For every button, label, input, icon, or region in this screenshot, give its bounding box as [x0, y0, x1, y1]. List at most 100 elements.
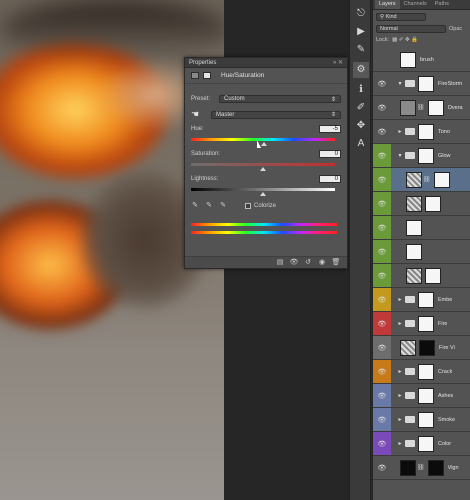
actions-icon[interactable]: ▶	[353, 24, 369, 40]
layer-row[interactable]: 👁	[373, 264, 470, 288]
layer-row[interactable]: 👁 ⛓ Overa	[373, 96, 470, 120]
colorize-checkbox[interactable]	[245, 203, 251, 209]
layer-row[interactable]: 👁 ⛓	[373, 168, 470, 192]
layer-thumbnail[interactable]	[418, 315, 434, 332]
layer-row[interactable]: 👁 ▸ Ashes	[373, 384, 470, 408]
group-chevron-icon[interactable]: ▸	[397, 368, 403, 375]
layer-color-label[interactable]: 👁	[373, 312, 391, 335]
visibility-eye-icon[interactable]: 👁	[378, 392, 387, 400]
tab-channels[interactable]: Channels	[400, 0, 431, 9]
layer-thumbnail[interactable]	[406, 243, 422, 260]
visibility-eye-icon[interactable]: 👁	[378, 80, 387, 88]
layer-thumbnail[interactable]	[418, 387, 434, 404]
layer-color-label[interactable]: 👁	[373, 192, 391, 215]
visibility-eye-icon[interactable]: 👁	[378, 272, 387, 280]
mask-thumbnail[interactable]	[427, 99, 444, 116]
visibility-eye-icon[interactable]: 👁	[378, 296, 387, 304]
mask-thumbnail[interactable]	[419, 339, 435, 356]
channel-dropdown[interactable]: Master ⇕	[211, 110, 341, 119]
mask-thumbnail[interactable]	[433, 171, 450, 188]
clip-to-layer-icon[interactable]: ▤	[275, 259, 285, 267]
eyedropper-subtract-icon[interactable]: ✎	[219, 202, 227, 210]
layer-color-label[interactable]: 👁	[373, 168, 391, 191]
layer-row[interactable]: 👁 ▸ Crack	[373, 360, 470, 384]
tab-layers[interactable]: Layers	[375, 0, 400, 9]
lightness-slider-thumb[interactable]	[260, 192, 266, 196]
visibility-eye-icon[interactable]: 👁	[378, 320, 387, 328]
layer-row[interactable]: 👁 ▾ Glow	[373, 144, 470, 168]
layer-thumbnail[interactable]	[406, 171, 422, 188]
group-chevron-icon[interactable]: ▸	[397, 440, 403, 447]
group-chevron-icon[interactable]: ▸	[397, 392, 403, 399]
info-icon[interactable]: ℹ	[353, 82, 369, 98]
visibility-icon[interactable]: ◉	[317, 259, 327, 267]
chain-link-icon[interactable]: ⛓	[423, 176, 431, 183]
layers-panel[interactable]: Layers Channels Paths ⚲ Kind Normal Opac…	[372, 0, 470, 500]
visibility-eye-icon[interactable]: 👁	[378, 152, 387, 160]
saturation-input[interactable]: 0	[319, 150, 341, 158]
preset-dropdown[interactable]: Custom ⇕	[219, 95, 341, 103]
layer-row[interactable]: 👁 ▸ Color	[373, 432, 470, 456]
layer-color-label[interactable]: 👁	[373, 240, 391, 263]
visibility-eye-icon[interactable]: 👁	[378, 104, 387, 112]
visibility-eye-icon[interactable]: 👁	[378, 176, 387, 184]
layer-thumbnail[interactable]	[400, 339, 416, 356]
layer-thumbnail[interactable]	[418, 363, 434, 380]
history-icon[interactable]: ⎋	[353, 6, 369, 22]
lock-icons[interactable]: ▩ ✐ ✥ 🔒	[392, 37, 418, 43]
visibility-eye-icon[interactable]: 👁	[378, 224, 387, 232]
layer-color-label[interactable]: 👁	[373, 456, 391, 479]
hue-slider-thumb[interactable]	[261, 142, 267, 146]
group-chevron-icon[interactable]: ▾	[397, 80, 403, 87]
view-previous-icon[interactable]: 👁	[289, 259, 299, 267]
mask-thumbnail[interactable]	[425, 195, 441, 212]
layer-thumbnail[interactable]	[418, 291, 434, 308]
layer-color-label[interactable]: 👁	[373, 120, 391, 143]
group-chevron-icon[interactable]: ▸	[397, 296, 403, 303]
saturation-slider-track[interactable]	[191, 163, 335, 166]
layer-row[interactable]: 👁 ▸ Tono	[373, 120, 470, 144]
visibility-eye-icon[interactable]: 👁	[378, 464, 387, 472]
layer-color-label[interactable]: 👁	[373, 96, 391, 119]
layer-thumbnail[interactable]	[418, 75, 434, 92]
layer-row[interactable]: brush	[373, 48, 470, 72]
layer-thumbnail[interactable]	[418, 147, 434, 164]
layer-row[interactable]: 👁	[373, 216, 470, 240]
layer-color-label[interactable]: 👁	[373, 432, 391, 455]
hue-input[interactable]: -5	[319, 125, 341, 133]
paths-icon[interactable]: ✎	[353, 42, 369, 58]
layer-row[interactable]: 👁 ▸ Embe	[373, 288, 470, 312]
eyedropper-add-icon[interactable]: ✎	[205, 202, 213, 210]
lightness-input[interactable]: 0	[319, 175, 341, 183]
layer-mask-icon[interactable]	[203, 72, 211, 79]
layer-thumbnail[interactable]	[406, 219, 422, 236]
layer-thumbnail[interactable]	[418, 411, 434, 428]
visibility-eye-icon[interactable]: 👁	[378, 248, 387, 256]
reset-icon[interactable]: ↺	[303, 259, 313, 267]
visibility-eye-icon[interactable]: 👁	[378, 344, 387, 352]
layer-color-label[interactable]: 👁	[373, 72, 391, 95]
saturation-slider-thumb[interactable]	[260, 167, 266, 171]
blend-mode-dropdown[interactable]: Normal	[376, 25, 446, 33]
properties-panel[interactable]: Properties » ✕ Hue/Saturation Preset: Cu…	[184, 57, 348, 269]
layer-color-label[interactable]	[373, 48, 391, 71]
group-chevron-icon[interactable]: ▾	[397, 152, 403, 159]
mask-thumbnail[interactable]	[425, 267, 441, 284]
layer-color-label[interactable]: 👁	[373, 288, 391, 311]
mask-thumbnail[interactable]	[427, 459, 444, 476]
group-chevron-icon[interactable]: ▸	[397, 320, 403, 327]
targeted-adjustment-hand-icon[interactable]: ☚	[191, 109, 211, 120]
visibility-eye-icon[interactable]: 👁	[378, 200, 387, 208]
layer-thumbnail[interactable]	[406, 267, 422, 284]
character-icon[interactable]: A	[353, 136, 369, 152]
eyedropper-icon[interactable]: ✎	[191, 202, 199, 210]
hue-slider-track[interactable]	[191, 138, 335, 141]
layer-thumbnail[interactable]	[418, 435, 434, 452]
colorize-toggle[interactable]: Colorize	[245, 203, 276, 209]
properties-titlebar[interactable]: Properties » ✕	[185, 58, 347, 68]
tab-paths[interactable]: Paths	[431, 0, 453, 9]
layer-color-label[interactable]: 👁	[373, 360, 391, 383]
group-chevron-icon[interactable]: ▸	[397, 128, 403, 135]
layer-color-label[interactable]: 👁	[373, 264, 391, 287]
chain-link-icon[interactable]: ⛓	[417, 464, 425, 471]
